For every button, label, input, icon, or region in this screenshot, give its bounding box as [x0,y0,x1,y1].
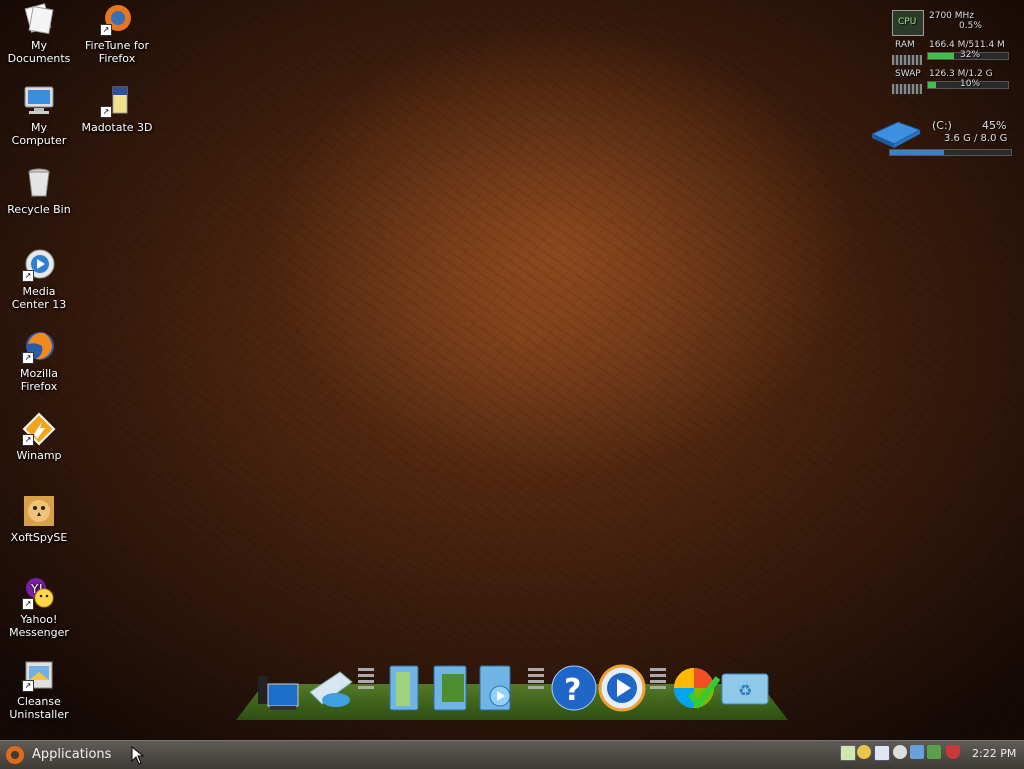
madotate-icon: ↗ [100,84,134,118]
swap-percent: 10% [960,79,981,89]
cpu-label: CPU [898,17,917,27]
disk-usage: 3.6 G / 8.0 G [944,133,1008,144]
shortcut-arrow-icon: ↗ [22,352,34,364]
desktop-icon-winamp[interactable]: ↗ Winamp [0,412,78,462]
tray-notes-icon[interactable] [840,745,856,761]
swap-bar-fill [928,82,936,88]
shortcut-arrow-icon: ↗ [22,680,34,692]
winamp-icon: ↗ [22,412,56,446]
shortcut-arrow-icon: ↗ [100,24,112,36]
shortcut-arrow-icon: ↗ [22,270,34,282]
desktop-icon-label: Winamp [16,449,62,462]
media-center-icon: ↗ [22,248,56,282]
dock-separator [358,668,374,692]
dock-network-icon[interactable] [306,664,353,714]
ram-chip-icon [892,55,922,65]
disk-bar-fill [890,150,945,155]
desktop-icon-label: Madotate 3D [81,121,153,134]
desktop-icon-media-center[interactable]: ↗ Media Center 13 [0,248,78,311]
desktop-icon-label: Recycle Bin [7,203,71,216]
xoftspy-icon [22,494,56,528]
tray-chat-icon[interactable] [893,745,907,759]
desktop-icon-label: Mozilla Firefox [20,367,58,393]
tray-text-icon[interactable] [874,745,890,761]
ubuntu-logo-icon [6,746,24,764]
desktop-icon-mozilla-firefox[interactable]: ↗ Mozilla Firefox [0,330,78,393]
desktop-icon-firetune[interactable]: ↗ FireTune for Firefox [78,2,156,65]
svg-text:?: ? [564,673,581,708]
ram-bar-fill [928,53,954,59]
ram-label: RAM [895,40,915,50]
desktop-icon-label: Media Center 13 [11,285,67,311]
applications-label: Applications [32,747,112,762]
dock-computer-icon[interactable] [254,664,299,714]
shortcut-arrow-icon: ↗ [22,598,34,610]
dock-recycle-folder-icon[interactable]: ♻ [720,664,770,714]
desktop-icon-label: My Computer [11,121,67,147]
panel-clock[interactable]: 2:22 PM [972,745,1016,763]
cpu-chip-icon: CPU [892,10,924,36]
desktop-icon-madotate[interactable]: ↗ Madotate 3D [78,84,156,134]
dock-documents-folder-icon[interactable] [386,664,430,714]
ram-percent: 32% [960,50,981,60]
desktop-icon-cleanse-uninstaller[interactable]: ↗ Cleanse Uninstaller [0,658,78,721]
shortcut-arrow-icon: ↗ [100,106,112,118]
desktop-icon-recycle-bin[interactable]: Recycle Bin [0,166,78,216]
firetune-icon: ↗ [100,2,134,36]
yahoo-messenger-icon: Y! ↗ [22,576,56,610]
documents-icon [22,2,56,36]
svg-text:♻: ♻ [738,681,752,700]
ram-usage: 166.4 M/511.4 M [929,40,1005,50]
computer-icon [22,84,56,118]
cpu-frequency: 2700 MHz [929,11,975,21]
desktop-icon-my-computer[interactable]: My Computer [0,84,78,147]
cleanse-uninstaller-icon: ↗ [22,658,56,692]
tray-network-icon[interactable] [910,745,924,759]
hard-drive-icon [868,116,924,148]
tray-shield-icon[interactable] [946,745,960,759]
desktop-icon-label: Yahoo! Messenger [9,613,69,639]
desktop-icon-xoftspy[interactable]: XoftSpySE [0,494,78,544]
disk-label: (C:) [932,119,952,132]
swap-label: SWAP [895,69,921,79]
dock-separator [650,668,666,692]
dock-music-folder-icon[interactable] [478,664,522,714]
desktop-icon-my-documents[interactable]: My Documents [0,2,78,65]
dock-pictures-folder-icon[interactable] [432,664,476,714]
desktop-icon-label: XoftSpySE [10,531,68,544]
recycle-bin-icon [22,166,56,200]
disk-bar [889,149,1012,156]
applications-menu-button[interactable]: Applications [6,744,111,766]
tray-smiley-icon[interactable] [857,745,871,759]
desktop-icon-label: FireTune for Firefox [84,39,149,65]
dock-windows-update-icon[interactable] [672,664,721,714]
disk-percent: 45% [982,119,1007,132]
shortcut-arrow-icon: ↗ [22,434,34,446]
dock-separator [528,668,544,692]
cpu-percent: 0.5% [959,21,982,31]
tray-update-icon[interactable] [927,745,941,759]
swap-chip-icon [892,84,922,94]
desktop-icon-yahoo-messenger[interactable]: Y! ↗ Yahoo! Messenger [0,576,78,639]
swap-usage: 126.3 M/1.2 G [929,69,993,79]
mouse-cursor-icon [131,746,145,765]
dock-help-icon[interactable]: ? [550,664,597,714]
desktop-icon-label: Cleanse Uninstaller [9,695,69,721]
desktop-icon-label: My Documents [7,39,71,65]
firefox-icon: ↗ [22,330,56,364]
dock-media-player-icon[interactable] [598,664,646,714]
